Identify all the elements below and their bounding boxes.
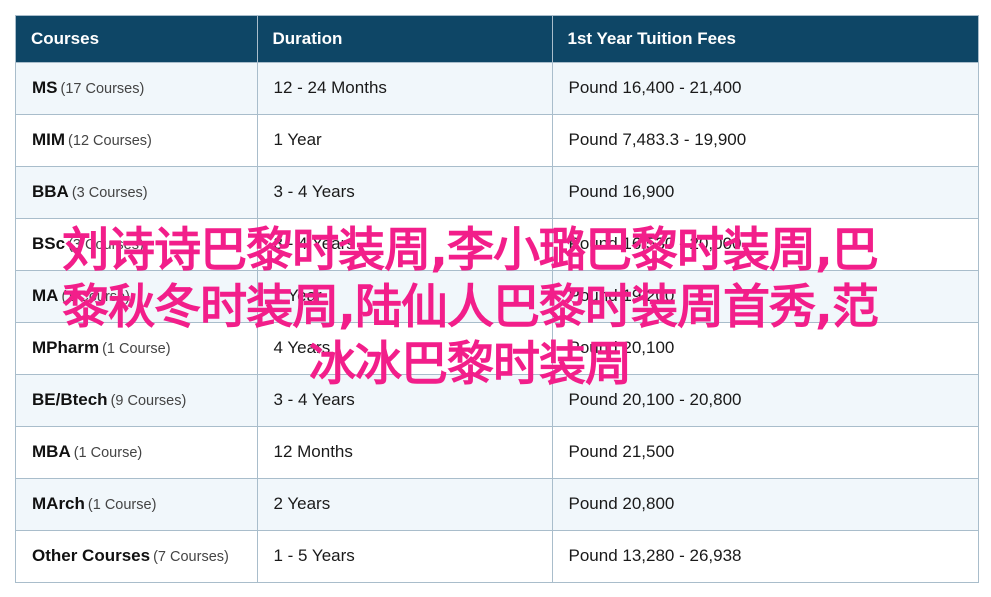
duration-cell: 3 - 4 Years bbox=[257, 165, 553, 218]
duration-cell: 2 Years bbox=[257, 477, 553, 530]
tuition-table: Courses Duration 1st Year Tuition Fees M… bbox=[16, 16, 978, 582]
course-cell[interactable]: MS (17 Courses) bbox=[16, 61, 258, 114]
course-cell[interactable]: MPharm (1 Course) bbox=[16, 321, 258, 374]
duration-cell: 4 Years bbox=[257, 321, 553, 374]
table-row: MArch (1 Course) 2 Years Pound 20,800 bbox=[16, 477, 978, 530]
course-name-link[interactable]: BE/Btech bbox=[32, 390, 108, 409]
duration-cell: 3 - 4 Years bbox=[257, 373, 553, 426]
fees-cell: Pound 20,800 bbox=[552, 477, 978, 530]
course-name-link[interactable]: MBA bbox=[32, 442, 71, 461]
course-name-link[interactable]: BSc bbox=[32, 234, 65, 253]
duration-cell: 12 Months bbox=[257, 425, 553, 478]
course-count: (1 Course) bbox=[61, 289, 130, 305]
table-row: Other Courses (7 Courses) 1 - 5 Years Pou… bbox=[16, 529, 978, 582]
fees-cell: Pound 13,280 - 26,938 bbox=[552, 529, 978, 582]
table-row: MPharm (1 Course) 4 Years Pound 20,100 bbox=[16, 321, 978, 374]
duration-cell: 3 - 4 Years bbox=[257, 217, 553, 270]
course-name-link[interactable]: MArch bbox=[32, 494, 85, 513]
course-count: (3 Courses) bbox=[68, 237, 144, 253]
course-name-link[interactable]: BBA bbox=[32, 182, 69, 201]
header-fees: 1st Year Tuition Fees bbox=[552, 16, 978, 62]
table-row: BE/Btech (9 Courses) 3 - 4 Years Pound 20… bbox=[16, 373, 978, 426]
course-cell[interactable]: MArch (1 Course) bbox=[16, 477, 258, 530]
table-row: BSc (3 Courses) 3 - 4 Years Pound 16,530 … bbox=[16, 217, 978, 270]
fees-cell: Pound 16,900 bbox=[552, 165, 978, 218]
course-cell[interactable]: MA (1 Course) bbox=[16, 269, 258, 322]
course-cell[interactable]: MIM (12 Courses) bbox=[16, 113, 258, 166]
course-count: (17 Courses) bbox=[60, 81, 145, 97]
table-row: MIM (12 Courses) 1 Year Pound 7,483.3 - 1… bbox=[16, 113, 978, 166]
course-name-link[interactable]: MS bbox=[32, 78, 58, 97]
table-row: BBA (3 Courses) 3 - 4 Years Pound 16,900 bbox=[16, 165, 978, 218]
course-cell[interactable]: Other Courses (7 Courses) bbox=[16, 529, 258, 582]
duration-cell: 1 Year bbox=[257, 269, 553, 322]
tuition-table-container: Courses Duration 1st Year Tuition Fees M… bbox=[15, 15, 979, 583]
course-count: (9 Courses) bbox=[110, 393, 187, 409]
course-cell[interactable]: MBA (1 Course) bbox=[16, 425, 258, 478]
course-cell[interactable]: BE/Btech (9 Courses) bbox=[16, 373, 258, 426]
course-count: (1 Course) bbox=[87, 497, 157, 513]
fees-cell: Pound 7,483.3 - 19,900 bbox=[552, 113, 978, 166]
duration-cell: 1 Year bbox=[257, 113, 553, 166]
table-row: MS (17 Courses) 12 - 24 Months Pound 16,4… bbox=[16, 61, 978, 114]
course-name-link[interactable]: MIM bbox=[32, 130, 65, 149]
course-count: (7 Courses) bbox=[153, 549, 229, 566]
course-name-link[interactable]: Other Courses bbox=[32, 546, 150, 565]
duration-cell: 1 - 5 Years bbox=[257, 529, 553, 582]
course-cell[interactable]: BSc (3 Courses) bbox=[16, 217, 258, 270]
course-count: (1 Course) bbox=[73, 445, 143, 461]
fees-cell: Pound 20,100 bbox=[552, 321, 978, 374]
table-header-row: Courses Duration 1st Year Tuition Fees bbox=[16, 16, 978, 62]
table-row: MBA (1 Course) 12 Months Pound 21,500 bbox=[16, 425, 978, 478]
table-row: MA (1 Course) 1 Year Pound 19,200 bbox=[16, 269, 978, 322]
duration-cell: 12 - 24 Months bbox=[257, 61, 553, 114]
course-name-link[interactable]: MA bbox=[32, 286, 58, 305]
fees-cell: Pound 20,100 - 20,800 bbox=[552, 373, 978, 426]
course-name-link[interactable]: MPharm bbox=[32, 338, 99, 357]
fees-cell: Pound 16,400 - 21,400 bbox=[552, 61, 978, 114]
course-count: (12 Courses) bbox=[68, 133, 152, 149]
course-cell[interactable]: BBA (3 Courses) bbox=[16, 165, 258, 218]
course-count: (3 Courses) bbox=[71, 185, 148, 201]
fees-cell: Pound 21,500 bbox=[552, 425, 978, 478]
fees-cell: Pound 16,530 - 20,000 bbox=[552, 217, 978, 270]
header-courses: Courses bbox=[16, 16, 258, 62]
header-duration: Duration bbox=[257, 16, 553, 62]
course-count: (1 Course) bbox=[102, 341, 171, 357]
fees-cell: Pound 19,200 bbox=[552, 269, 978, 322]
